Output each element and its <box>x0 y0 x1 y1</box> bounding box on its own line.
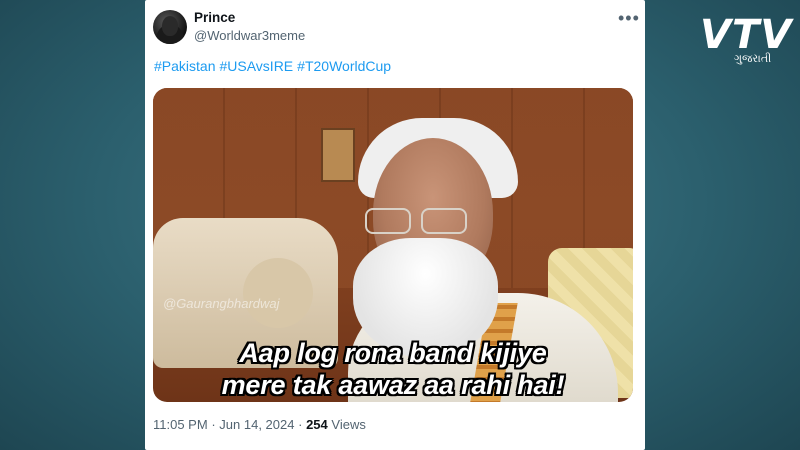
hashtag-link[interactable]: #Pakistan <box>154 58 215 74</box>
separator: · <box>211 417 216 432</box>
user-handle[interactable]: @Worldwar3meme <box>194 28 305 43</box>
views-label: Views <box>331 417 366 432</box>
media-watermark: @Gaurangbhardwaj <box>163 296 280 311</box>
views-count: 254 <box>306 417 328 432</box>
tweet-media-image[interactable]: @Gaurangbhardwaj Aap log rona band kijiy… <box>153 88 633 402</box>
tweet-card: Prince @Worldwar3meme ••• #Pakistan #USAv… <box>145 0 645 450</box>
hashtag-link[interactable]: #T20WorldCup <box>297 58 391 74</box>
wall-frame <box>321 128 355 182</box>
glasses <box>365 208 475 234</box>
hashtag-list: #Pakistan #USAvsIRE #T20WorldCup <box>154 58 395 74</box>
separator: · <box>298 417 303 432</box>
sofa-arm <box>243 258 313 328</box>
hashtag-link[interactable]: #USAvsIRE <box>219 58 293 74</box>
logo-text: VTV <box>700 12 793 58</box>
tweet-time[interactable]: 11:05 PM <box>153 417 208 432</box>
logo-subtext: ગુજરાતી <box>734 53 772 65</box>
avatar[interactable] <box>153 10 187 44</box>
vtv-logo: VTV ગુજરાતી <box>700 12 793 72</box>
meme-caption-line-2: mere tak aawaz aa rahi hai! <box>221 370 565 400</box>
more-dots-icon[interactable]: ••• <box>618 8 640 29</box>
display-name[interactable]: Prince <box>194 10 235 25</box>
tweet-meta: 11:05 PM · Jun 14, 2024 · 254 Views <box>153 417 366 432</box>
meme-caption-line-1: Aap log rona band kijiye <box>239 338 547 368</box>
tweet-date[interactable]: Jun 14, 2024 <box>219 417 294 432</box>
